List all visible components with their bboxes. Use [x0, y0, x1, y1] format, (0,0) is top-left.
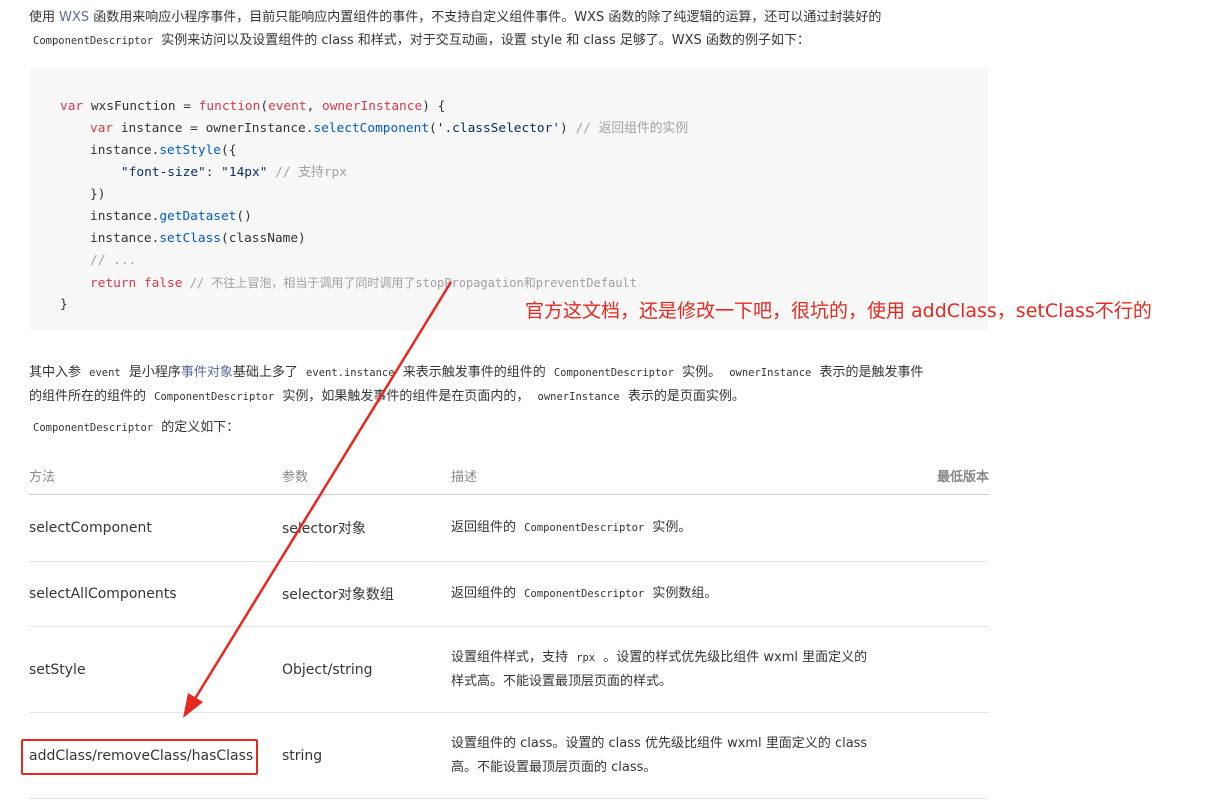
red-arrow-icon — [183, 281, 453, 718]
